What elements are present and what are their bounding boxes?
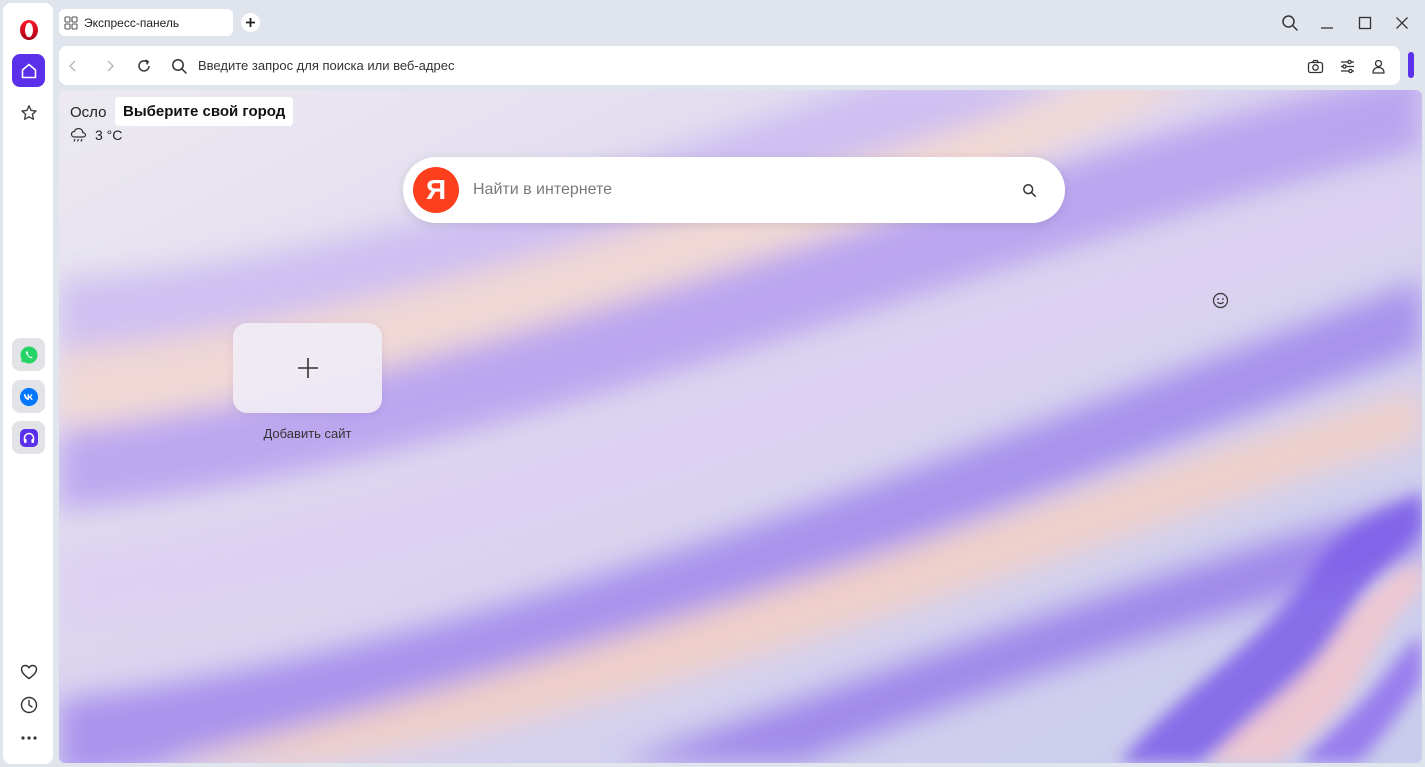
weather-city: Осло [70,104,107,121]
music-player-button[interactable] [12,421,45,454]
search-box: Я Найти в интернете [403,157,1065,223]
maximize-button[interactable] [1354,12,1376,34]
new-tab-button[interactable] [241,13,260,32]
vk-button[interactable] [12,380,45,413]
more-icon [20,735,37,740]
profile-icon [1371,59,1385,74]
star-icon [20,104,37,120]
reload-button[interactable] [134,56,154,76]
tab-search-button[interactable] [1279,12,1301,34]
add-site-tile[interactable] [233,323,382,413]
minimize-icon [1321,27,1333,29]
settings-sliders-icon [1340,59,1354,73]
more-button[interactable] [12,721,45,754]
history-icon [20,696,37,713]
camera-icon [1307,59,1323,73]
weather-widget: 3 °C [70,127,122,143]
reload-icon [138,59,150,72]
address-input[interactable]: Введите запрос для поиска или веб-адрес [198,57,1098,75]
pinboards-button[interactable] [12,96,45,129]
plus-icon [297,358,318,378]
address-bar: Введите запрос для поиска или веб-адрес [59,46,1400,85]
forward-arrow-icon [107,60,114,72]
plus-icon [246,18,255,27]
search-icon [171,58,187,74]
smile-icon [1212,292,1228,308]
grid-icon [64,15,78,30]
back-arrow-icon [69,60,76,72]
whatsapp-icon [20,346,37,363]
choose-city-button[interactable]: Выберите свой город [115,97,294,126]
snapshot-button[interactable] [1305,56,1325,76]
my-flow-button[interactable] [12,655,45,688]
address-search-icon-wrap [169,56,189,76]
sidebar-panel-indicator [1408,52,1414,78]
sidebar [3,3,53,764]
back-button[interactable] [63,56,83,76]
tab-speed-dial[interactable]: Экспресс-панель [59,9,233,36]
vk-icon [19,387,38,406]
emoji-button[interactable] [1210,290,1230,310]
tab-title: Экспресс-панель [84,15,180,30]
easy-setup-button[interactable] [1337,56,1357,76]
home-button[interactable] [12,54,45,87]
history-button[interactable] [12,688,45,721]
whatsapp-button[interactable] [12,338,45,371]
cloud-rain-icon [70,127,87,142]
add-site-label: Добавить сайт [263,426,352,441]
music-player-icon [19,428,38,447]
search-submit-button[interactable] [1019,180,1039,200]
close-icon [1396,17,1408,29]
speed-dial: Осло Выберите свой город 3 °C Я Найти в … [59,90,1422,763]
forward-button[interactable] [100,56,120,76]
search-icon [1022,183,1036,197]
profile-button[interactable] [1368,56,1388,76]
minimize-button[interactable] [1316,12,1338,34]
close-button[interactable] [1391,12,1413,34]
search-icon [1282,15,1298,31]
yandex-logo: Я [413,167,459,213]
home-icon [21,63,36,78]
maximize-icon [1358,16,1372,30]
opera-logo[interactable] [12,13,45,46]
heart-icon [20,664,37,679]
search-input[interactable]: Найти в интернете [473,181,993,199]
weather-temperature: 3 °C [95,127,123,143]
